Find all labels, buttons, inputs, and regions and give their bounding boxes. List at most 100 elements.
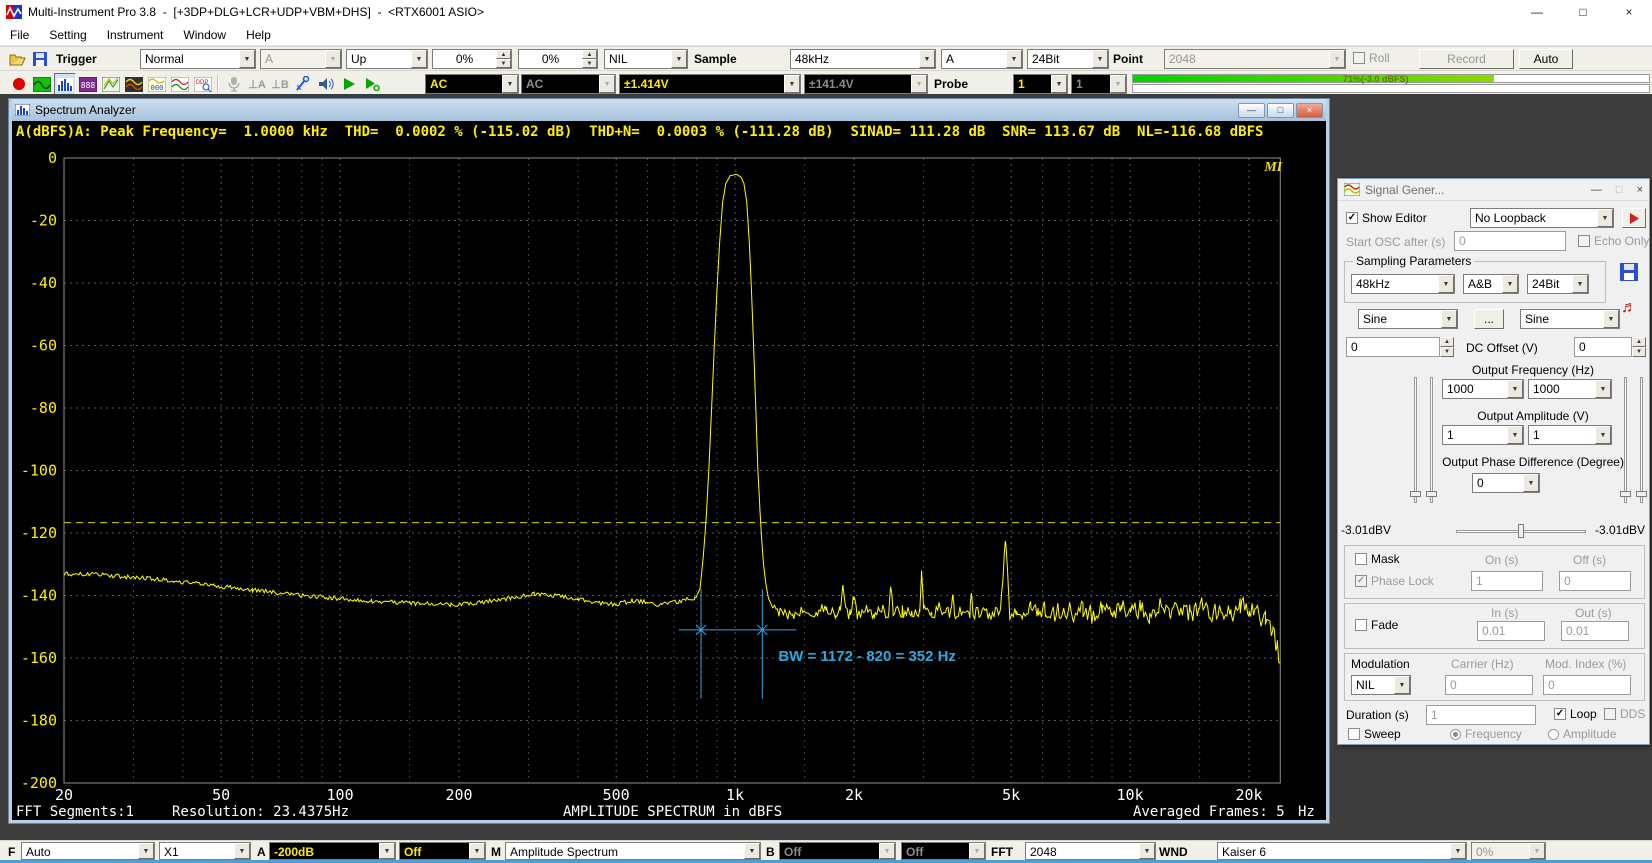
chevron-down-icon: ▼ <box>1110 75 1126 93</box>
channel-combo[interactable]: A▼ <box>941 49 1023 69</box>
show-editor-checkbox[interactable]: ✓Show Editor <box>1346 211 1427 225</box>
data-logger-icon[interactable] <box>123 73 145 95</box>
waveform-more-button[interactable]: ... <box>1474 309 1504 329</box>
a-range-combo[interactable]: -200dB▼ <box>269 842 396 860</box>
generator-run-button[interactable] <box>1622 208 1646 228</box>
spin-up-icon[interactable]: ▲ <box>496 50 511 59</box>
dc-offset-b-input[interactable]: 0 <box>1574 337 1632 357</box>
multimeter-icon[interactable]: 888 <box>77 73 99 95</box>
fft-label: FFT <box>991 845 1013 859</box>
window-function-combo[interactable]: Kaiser 6▼ <box>1217 842 1467 860</box>
amplitude-slider-a1[interactable] <box>1414 377 1417 503</box>
app-maximize-button[interactable]: □ <box>1560 0 1606 24</box>
waveform-a-combo[interactable]: Sine▼ <box>1358 309 1458 329</box>
speaker-icon[interactable] <box>315 73 337 95</box>
spectrum-close-button[interactable]: × <box>1296 103 1323 118</box>
duration-label: Duration (s) <box>1346 708 1409 722</box>
gen-sample-rate-combo[interactable]: 48kHz▼ <box>1351 274 1455 294</box>
phase-lock-checkbox: ✓Phase Lock <box>1355 574 1434 588</box>
coupling-a-combo[interactable]: AC▼ <box>425 74 519 94</box>
open-file-icon[interactable] <box>6 48 28 70</box>
chevron-down-icon: ▼ <box>1092 50 1108 68</box>
save-icon[interactable] <box>29 48 51 70</box>
menu-file[interactable]: File <box>0 24 39 45</box>
fft-size-combo[interactable]: 2048▼ <box>1025 842 1156 860</box>
loop-checkbox[interactable]: ✓Loop <box>1554 707 1597 721</box>
dc-offset-a-stepper[interactable]: ▲▼ <box>1440 337 1454 357</box>
menu-help[interactable]: Help <box>236 24 281 45</box>
run-loop-icon[interactable] <box>361 73 383 95</box>
output-amplitude-a-combo[interactable]: 1▼ <box>1442 425 1524 445</box>
dc-offset-b-stepper[interactable]: ▲▼ <box>1632 337 1646 357</box>
spectrum-minimize-button[interactable]: — <box>1238 103 1265 118</box>
app-minimize-button[interactable]: — <box>1514 0 1560 24</box>
gen-channels-combo[interactable]: A&B▼ <box>1463 274 1519 294</box>
spectrum-3d-plot-icon[interactable] <box>100 73 122 95</box>
spin-down-icon[interactable]: ▼ <box>582 59 597 68</box>
menu-instrument[interactable]: Instrument <box>97 24 174 45</box>
spectrum-plot[interactable]: 0-20-40-60-80-100-120-140-160-180-200205… <box>12 142 1326 802</box>
trigger-level-spinner[interactable]: 0%▲▼ <box>432 49 512 69</box>
amplitude-slider-a2[interactable] <box>1430 377 1433 503</box>
gen-minimize-button[interactable]: — <box>1591 184 1602 196</box>
auto-button[interactable]: Auto <box>1519 49 1573 69</box>
spectrum-plot-area: A(dBFS)A: Peak Frequency= 1.0000 kHz THD… <box>12 121 1326 820</box>
amplitude-slider-b1[interactable] <box>1624 377 1627 503</box>
slider-handle[interactable] <box>1426 491 1437 497</box>
fade-checkbox[interactable]: Fade <box>1355 618 1398 632</box>
hpf-combo[interactable]: NIL▼ <box>604 49 688 69</box>
gen-bits-combo[interactable]: 24Bit▼ <box>1527 274 1589 294</box>
dc-offset-a-input[interactable]: 0 <box>1346 337 1440 357</box>
x-zoom-combo[interactable]: X1▼ <box>159 842 251 860</box>
echo-only-checkbox: Echo Only <box>1578 234 1649 248</box>
score-library-icon[interactable]: ♬ <box>1618 297 1640 319</box>
gen-close-button[interactable]: × <box>1637 184 1643 196</box>
output-frequency-b-combo[interactable]: 1000▼ <box>1528 379 1612 399</box>
trigger-delay-spinner[interactable]: 0%▲▼ <box>518 49 598 69</box>
bit-depth-combo[interactable]: 24Bit▼ <box>1027 49 1109 69</box>
slider-handle[interactable] <box>1636 491 1647 497</box>
menubar: File Setting Instrument Window Help <box>0 24 1652 46</box>
ddp-viewer-icon[interactable]: DDP <box>192 73 214 95</box>
frequency-axis-combo[interactable]: Auto▼ <box>21 842 155 860</box>
output-phase-combo[interactable]: 0▼ <box>1472 473 1540 493</box>
output-amplitude-b-combo[interactable]: 1▼ <box>1528 425 1612 445</box>
run-icon[interactable] <box>338 73 360 95</box>
balance-slider-handle[interactable] <box>1518 524 1524 538</box>
loopback-combo[interactable]: No Loopback▼ <box>1470 208 1614 228</box>
probe-a-combo[interactable]: 1▼ <box>1013 74 1068 94</box>
range-a-combo[interactable]: ±1.414V▼ <box>619 74 801 94</box>
spin-down-icon[interactable]: ▼ <box>496 59 511 68</box>
spectrum-window-titlebar[interactable]: Spectrum Analyzer — □ × <box>12 99 1326 121</box>
app-titlebar[interactable]: Multi-Instrument Pro 3.8 - [+3DP+DLG+LCR… <box>0 0 1652 24</box>
device-test-plan-icon[interactable]: 000 <box>146 73 168 95</box>
spectrum-analyzer-icon[interactable] <box>54 73 76 95</box>
svg-text:-160: -160 <box>21 649 57 667</box>
slider-handle[interactable] <box>1620 491 1631 497</box>
output-frequency-a-combo[interactable]: 1000▼ <box>1442 379 1524 399</box>
slider-handle[interactable] <box>1410 491 1421 497</box>
a-mode-combo[interactable]: Off▼ <box>399 842 486 860</box>
menu-setting[interactable]: Setting <box>39 24 96 45</box>
waveform-b-combo[interactable]: Sine▼ <box>1520 309 1620 329</box>
probe-calibration-icon[interactable] <box>292 73 314 95</box>
trigger-edge-combo[interactable]: Up▼ <box>346 49 428 69</box>
spin-up-icon[interactable]: ▲ <box>582 50 597 59</box>
signal-generator-icon[interactable] <box>169 73 191 95</box>
oscilloscope-icon[interactable] <box>31 73 53 95</box>
amplitude-slider-b2[interactable] <box>1640 377 1643 503</box>
checkbox-box <box>1355 553 1367 565</box>
mask-checkbox[interactable]: Mask <box>1355 552 1400 566</box>
modulation-type-combo[interactable]: NIL▼ <box>1351 675 1411 695</box>
record-icon[interactable] <box>8 73 30 95</box>
menu-window[interactable]: Window <box>173 24 236 45</box>
sample-rate-combo[interactable]: 48kHz▼ <box>790 49 936 69</box>
save-waveform-icon[interactable] <box>1618 261 1640 283</box>
app-close-button[interactable]: × <box>1606 0 1652 24</box>
spectrum-restore-button[interactable]: □ <box>1267 103 1294 118</box>
trigger-mode-combo[interactable]: Normal▼ <box>140 49 256 69</box>
svg-text:888: 888 <box>81 81 96 90</box>
signal-generator-titlebar[interactable]: Signal Gener... — □ × <box>1338 179 1649 201</box>
display-mode-combo[interactable]: Amplitude Spectrum▼ <box>505 842 761 860</box>
sweep-checkbox[interactable]: Sweep <box>1348 727 1401 741</box>
